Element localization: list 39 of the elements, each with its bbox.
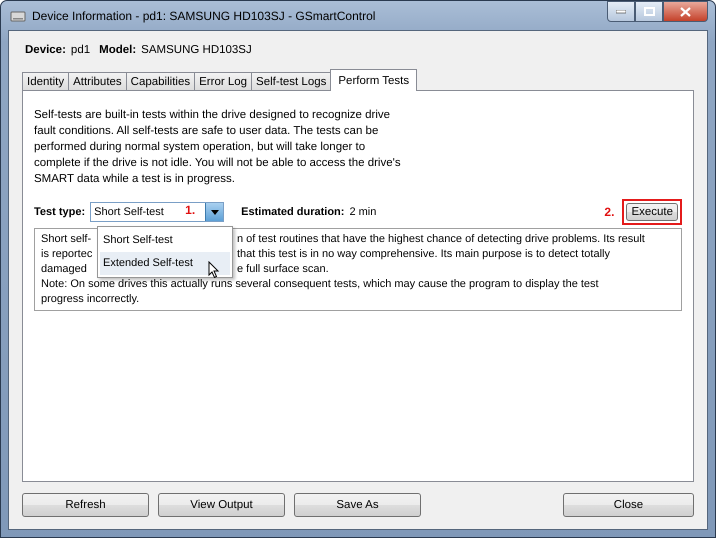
description-text: n of test routines that have the highest chance of detecting drive problems. Its result (237, 232, 645, 247)
tab[interactable]: Error Log (194, 72, 252, 90)
description-text: Note: On some drives this actually runs several consequent tests, which may cause the program to display the test (41, 277, 599, 292)
description-text: progress incorrectly. (41, 292, 140, 307)
tab[interactable]: Self-test Logs (251, 72, 332, 90)
action-button[interactable]: Refresh (22, 493, 149, 517)
maximize-icon (644, 7, 654, 16)
window-title: Device Information - pd1: SAMSUNG HD103SJ - GSmartControl (32, 8, 376, 22)
test-type-dropdown[interactable]: Short Self-test 1. (90, 202, 224, 222)
description-text: that this test is in no way comprehensive. Its main purpose is to detect totally (237, 247, 610, 262)
description-text: e full surface scan. (237, 262, 329, 277)
close-icon[interactable] (663, 1, 708, 22)
action-button[interactable]: Save As (294, 493, 421, 517)
duration-value: 2 min (349, 206, 376, 218)
tab[interactable]: Identity (22, 72, 70, 90)
intro-text: Self-tests are built-in tests within the drive designed to recognize drive fault conditions. All self-tests are safe to user data. The tests can be performed during normal system operation, but will take longer to complete if the drive is not idle. You will not be able to access the drive's SMART data while a test is in progress. (34, 108, 402, 187)
close-button[interactable]: Close (563, 493, 694, 517)
step-annotation: 2. (604, 205, 614, 219)
description-text: damaged (41, 262, 88, 277)
device-label: Device: (25, 44, 66, 56)
tab[interactable]: Capabilities (126, 72, 196, 90)
description-text: Short self- (41, 232, 92, 247)
device-value: pd1 (70, 44, 90, 56)
tab[interactable]: Perform Tests (330, 69, 418, 91)
drive-icon (10, 8, 26, 22)
duration-label: Estimated duration: (241, 206, 344, 218)
maximize-button[interactable] (635, 1, 663, 22)
execute-button[interactable]: Execute (626, 203, 678, 221)
tab[interactable]: Attributes (68, 72, 127, 90)
action-button[interactable]: View Output (158, 493, 285, 517)
dropdown-option[interactable]: Short Self-test (100, 229, 230, 252)
minimize-icon (616, 10, 626, 14)
caret-icon (210, 210, 219, 214)
model-value: SAMSUNG HD103SJ (141, 44, 252, 56)
model-label: Model: (99, 44, 136, 56)
minimize-button[interactable] (607, 1, 635, 22)
step-annotation: 1. (185, 203, 196, 217)
test-type-label: Test type: (34, 206, 86, 218)
description-text: is reportec (41, 247, 94, 262)
